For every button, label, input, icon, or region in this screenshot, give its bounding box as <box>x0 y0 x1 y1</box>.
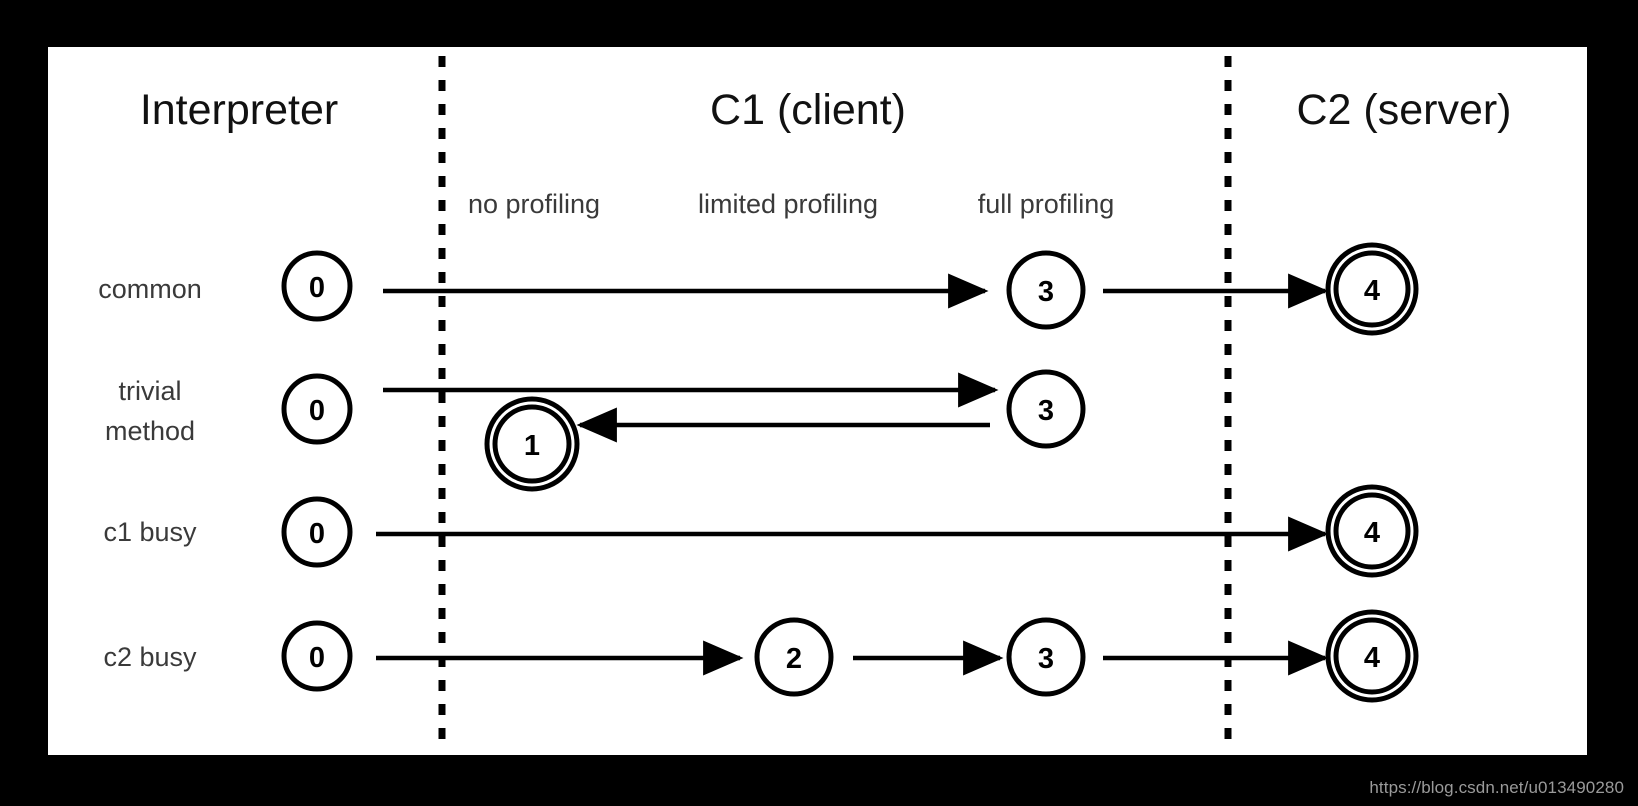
diagram-panel <box>48 47 1587 755</box>
watermark-url: https://blog.csdn.net/u013490280 <box>1369 778 1624 797</box>
diagram-stage: Interpreter C1 (client) C2 (server) no p… <box>0 0 1638 806</box>
